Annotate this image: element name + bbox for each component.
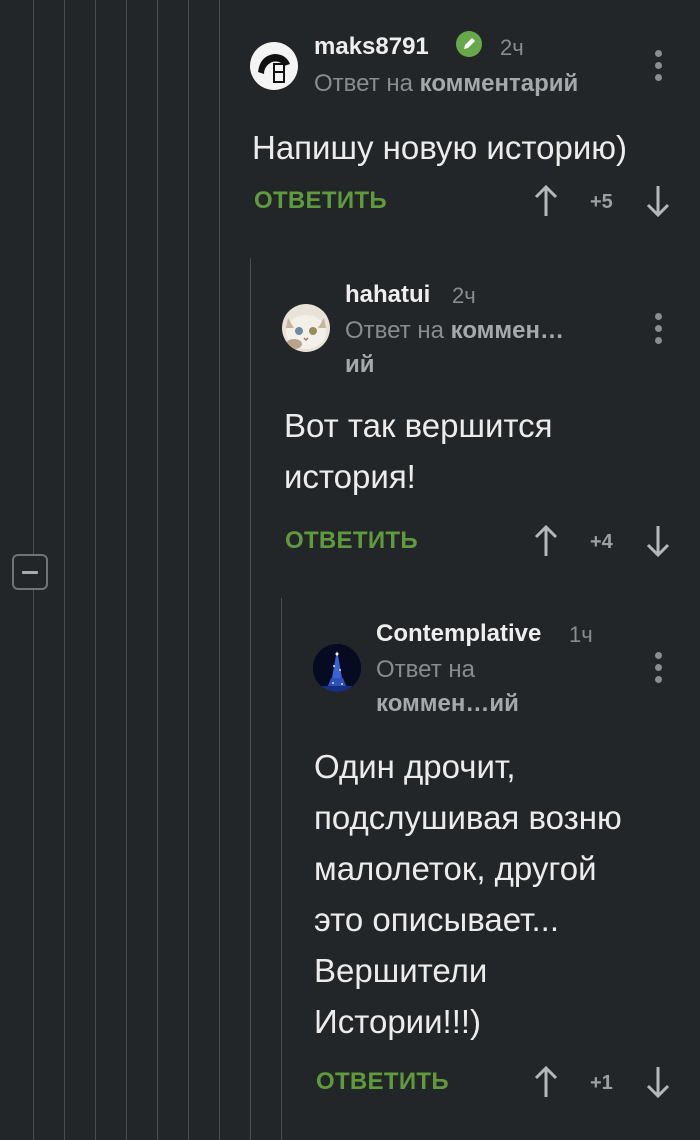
downvote-arrow-icon[interactable] xyxy=(645,184,671,218)
reply-target-continued: ий xyxy=(345,351,375,378)
reply-button[interactable]: ОТВЕТИТЬ xyxy=(285,527,418,555)
username[interactable]: hahatui xyxy=(345,281,430,309)
upvote-arrow-icon[interactable] xyxy=(533,524,559,558)
more-options-icon[interactable] xyxy=(655,313,663,349)
thread-line xyxy=(157,0,158,1140)
timestamp: 2ч xyxy=(500,35,524,60)
more-options-icon[interactable] xyxy=(655,652,663,688)
timestamp: 1ч xyxy=(569,622,593,647)
comment-text: Один дрочит, подслушивая возню малолеток… xyxy=(314,748,622,1040)
reply-target: коммен…ий xyxy=(376,690,519,717)
reply-target: коммен… xyxy=(450,317,565,344)
reply-to-link[interactable]: Ответ на коммен…ий xyxy=(376,653,616,721)
downvote-arrow-icon[interactable] xyxy=(645,524,671,558)
comment-text: Напишу новую историю) xyxy=(252,129,627,166)
thread-line xyxy=(126,0,127,1140)
thread-line xyxy=(64,0,65,1140)
rating-score: +4 xyxy=(590,531,613,553)
verified-badge-icon xyxy=(456,31,482,57)
timestamp: 2ч xyxy=(452,283,476,308)
minus-square-icon xyxy=(22,571,38,574)
thread-line xyxy=(95,0,96,1140)
reply-to-link[interactable]: Ответ на комментарий xyxy=(314,67,634,101)
downvote-arrow-icon[interactable] xyxy=(645,1065,671,1099)
avatar[interactable] xyxy=(250,42,298,90)
rating-score: +1 xyxy=(590,1072,613,1094)
thread-line xyxy=(219,0,220,1140)
rating-score: +5 xyxy=(590,191,613,213)
reply-button[interactable]: ОТВЕТИТЬ xyxy=(254,187,387,215)
upvote-arrow-icon[interactable] xyxy=(533,184,559,218)
upvote-arrow-icon[interactable] xyxy=(533,1065,559,1099)
reply-prefix: Ответ на xyxy=(314,70,413,97)
username[interactable]: Contemplative xyxy=(376,620,541,648)
more-options-icon[interactable] xyxy=(655,50,663,86)
username[interactable]: maks8791 xyxy=(314,33,429,61)
reply-to-link[interactable]: Ответ на коммен… ий xyxy=(345,314,605,382)
reply-target: комментарий xyxy=(419,70,579,97)
thread-line xyxy=(250,258,251,1140)
avatar[interactable] xyxy=(313,644,361,692)
reply-prefix: Ответ на xyxy=(345,317,444,344)
thread-line xyxy=(281,598,282,1140)
reply-button[interactable]: ОТВЕТИТЬ xyxy=(316,1068,449,1096)
collapse-thread-button[interactable] xyxy=(12,554,48,590)
thread-line xyxy=(188,0,189,1140)
comment-text: Вот так вершится история! xyxy=(284,407,553,495)
avatar[interactable] xyxy=(282,304,330,352)
reply-prefix: Ответ на xyxy=(376,656,475,683)
